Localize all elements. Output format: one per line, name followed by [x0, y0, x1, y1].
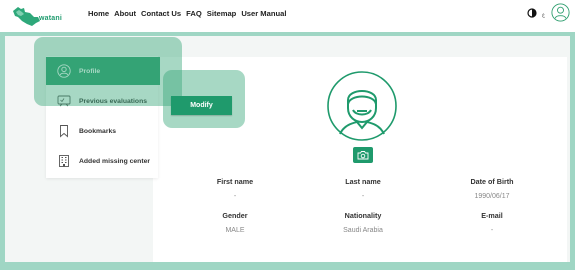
first-name-label: First name: [216, 177, 254, 186]
main-nav: Home About Contact Us FAQ Sitemap User M…: [88, 9, 286, 18]
gender-label: Gender: [222, 211, 248, 220]
last-name-label: Last name: [345, 177, 381, 186]
user-icon[interactable]: [551, 3, 570, 22]
contrast-icon[interactable]: [527, 8, 537, 18]
nav-contact-us[interactable]: Contact Us: [141, 9, 181, 18]
nav-faq[interactable]: FAQ: [186, 9, 202, 18]
first-name-value: -: [233, 193, 237, 200]
nationality-label: Nationality: [344, 211, 382, 220]
sidebar-item-bookmarks[interactable]: Bookmarks: [46, 117, 158, 145]
top-navbar: watani Home About Contact Us FAQ Sitemap…: [0, 0, 575, 32]
email-label: E-mail: [481, 211, 503, 220]
nav-user-manual[interactable]: User Manual: [241, 9, 286, 18]
sidebar-item-added-missing-center[interactable]: Added missing center: [46, 147, 158, 175]
footer-band: [0, 262, 575, 270]
sidebar-item-label: Added missing center: [79, 157, 151, 165]
avatar: [327, 71, 397, 141]
language-toggle[interactable]: ع: [542, 12, 545, 18]
logo-text: watani: [39, 15, 62, 22]
change-photo-button[interactable]: [353, 147, 373, 163]
last-name-value: -: [361, 193, 365, 200]
nav-sitemap[interactable]: Sitemap: [207, 9, 237, 18]
camera-icon: [357, 151, 369, 160]
nav-about[interactable]: About: [114, 9, 136, 18]
date-of-birth-value: 1990/06/17: [474, 193, 510, 200]
watani-logo[interactable]: watani: [12, 5, 74, 31]
modify-button[interactable]: Modify: [171, 96, 232, 115]
sidebar-item-label: Bookmarks: [79, 127, 117, 135]
date-of-birth-label: Date of Birth: [470, 177, 514, 186]
highlight-profile: [34, 37, 182, 106]
nav-home[interactable]: Home: [88, 9, 109, 18]
gender-value: MALE: [225, 227, 245, 234]
email-value: -: [490, 227, 494, 234]
bookmark-icon: [60, 125, 68, 138]
building-icon: [59, 155, 69, 167]
nationality-value: Saudi Arabia: [343, 227, 383, 234]
